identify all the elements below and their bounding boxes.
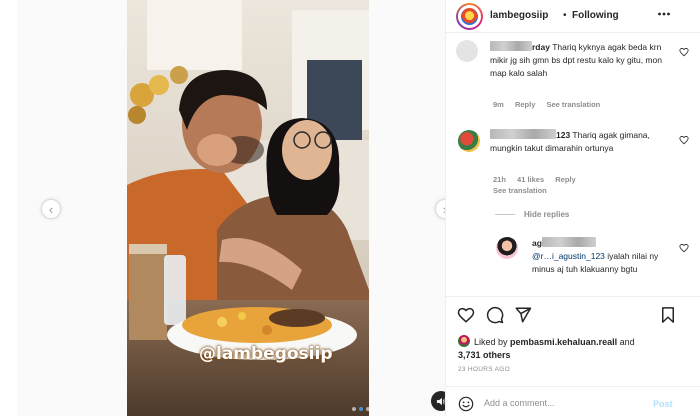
carousel-dot-active <box>359 407 363 411</box>
likes-prefix: Liked by <box>474 337 508 347</box>
post-comment-button[interactable]: Post <box>653 399 673 409</box>
comment-username[interactable]: 123 <box>556 130 570 140</box>
likes-conjunction: and <box>619 337 635 347</box>
following-button[interactable]: Following <box>572 10 619 21</box>
carousel-dot <box>352 407 356 411</box>
media-pane: ‹ @lambegosiip <box>17 0 455 416</box>
instagram-post-modal: ‹ @lambegosiip lambegosiip • Following r… <box>0 0 700 416</box>
comment-bubble-icon[interactable] <box>486 306 504 324</box>
like-heart-icon[interactable] <box>457 306 475 324</box>
add-comment-input[interactable] <box>484 395 644 411</box>
video-watermark: @lambegosiip <box>199 344 333 364</box>
redacted-username <box>490 129 556 139</box>
post-video[interactable]: @lambegosiip <box>127 0 369 416</box>
comments-list: rday Thariq kyknya agak beda krn mikir j… <box>446 34 700 294</box>
replies-divider <box>495 214 515 215</box>
redacted-username <box>541 237 596 247</box>
see-translation-button[interactable]: See translation <box>493 186 547 195</box>
more-horizontal-icon <box>658 12 670 16</box>
separator-dot: • <box>563 10 567 21</box>
reply-username[interactable]: ag <box>532 238 542 248</box>
reply-avatar[interactable] <box>496 237 518 259</box>
see-translation-button[interactable]: See translation <box>546 100 600 109</box>
emoji-icon[interactable] <box>458 396 474 412</box>
chevron-left-icon: ‹ <box>48 201 54 217</box>
more-options-button[interactable] <box>657 7 671 24</box>
comment-time: 21h <box>493 175 506 184</box>
hide-replies-button[interactable]: Hide replies <box>524 210 569 219</box>
comment-avatar[interactable] <box>456 40 478 62</box>
comment-meta: 9m Reply See translation <box>493 100 609 109</box>
add-comment-bar: Post <box>446 386 700 416</box>
liker-username[interactable]: pembasmi.kehaluan.reall <box>510 337 617 347</box>
previous-post-button[interactable]: ‹ <box>41 199 61 219</box>
comment-meta: 21h 41 likes Reply <box>493 175 585 184</box>
account-logo-icon <box>461 8 478 25</box>
account-username[interactable]: lambegosiip <box>490 10 548 21</box>
avatar-inner <box>458 5 481 28</box>
post-timestamp[interactable]: 23 HOURS AGO <box>458 366 510 373</box>
comment-body: rday Thariq kyknya agak beda krn mikir j… <box>490 41 680 80</box>
account-avatar[interactable] <box>456 3 483 30</box>
carousel-indicator <box>352 407 369 411</box>
reply-mention-link[interactable]: @r…i_agustin_123 <box>532 251 605 261</box>
reply-button[interactable]: Reply <box>555 175 575 184</box>
reply-button[interactable]: Reply <box>515 100 535 109</box>
reply-body: ag @r…i_agustin_123 iyalah nilai ny minu… <box>532 237 680 276</box>
like-comment-heart-icon[interactable] <box>679 135 689 145</box>
likes-summary: Liked by pembasmi.kehaluan.reall and 3,7… <box>458 335 698 362</box>
redacted-username <box>490 41 532 51</box>
likes-others-link[interactable]: 3,731 others <box>458 350 511 360</box>
save-bookmark-icon[interactable] <box>659 306 677 324</box>
comment-body: 123 Thariq agak gimana, mungkin takut di… <box>490 129 680 155</box>
carousel-dot <box>366 407 369 411</box>
comment-username[interactable]: rday <box>532 42 550 52</box>
post-header: lambegosiip • Following <box>446 0 700 33</box>
liker-avatar[interactable] <box>458 335 470 347</box>
comment-avatar[interactable] <box>458 130 480 152</box>
comment-likes-count[interactable]: 41 likes <box>517 175 544 184</box>
post-side-panel: lambegosiip • Following rday Thariq kykn… <box>445 0 700 416</box>
like-reply-heart-icon[interactable] <box>679 243 689 253</box>
comment-meta-translation: See translation <box>493 186 556 195</box>
comment-time: 9m <box>493 100 504 109</box>
like-comment-heart-icon[interactable] <box>679 47 689 57</box>
post-actions-bar <box>446 296 700 326</box>
share-paper-plane-icon[interactable] <box>514 306 532 324</box>
